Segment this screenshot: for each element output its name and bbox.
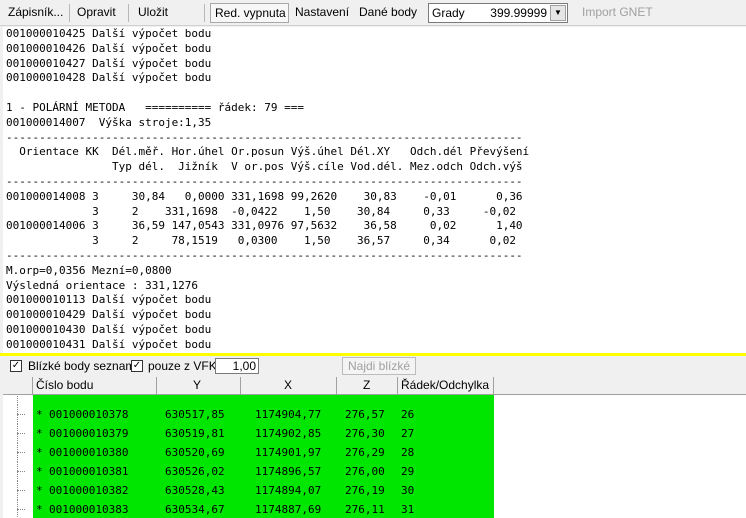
cell-y: 630526,02 (165, 465, 225, 478)
cell-y: 630517,85 (165, 408, 225, 421)
row-marker: * (36, 484, 43, 497)
tree-connector (17, 471, 25, 472)
tree-connector (17, 433, 25, 434)
toolbar: Zápisník... Opravit Uložit Red. vypnuta … (0, 0, 746, 26)
column-header-cislo[interactable]: Číslo bodu (33, 377, 157, 395)
table-row[interactable]: * 001000010379 630519,81 1174902,85 276,… (3, 424, 746, 443)
cell-cislo: 001000010383 (49, 503, 129, 516)
toolbar-separator (128, 4, 129, 22)
tree-connector (17, 452, 25, 453)
cell-cislo: 001000010379 (49, 427, 129, 440)
cell-cislo: 001000010378 (49, 408, 129, 421)
cell-cislo: 001000010382 (49, 484, 129, 497)
row-marker: * (36, 446, 43, 459)
angle-unit-label: Grady (432, 6, 465, 20)
cell-cislo: 001000010381 (49, 465, 129, 478)
row-highlight (33, 395, 494, 405)
tree-connector (17, 490, 25, 491)
pouze-vfk-checkbox[interactable]: ✓ (131, 360, 143, 372)
row-marker: * (36, 408, 43, 421)
cell-radek: 26 (401, 408, 415, 421)
options-bar: ✓ Blízké body seznam ✓ pouze z VFK 1,00 … (0, 356, 746, 376)
table-row[interactable]: * 001000010382 630528,43 1174894,07 276,… (3, 481, 746, 500)
calculation-output[interactable]: 001000010425 Další výpočet bodu 00100001… (3, 27, 746, 353)
import-gnet-button[interactable]: Import GNET (578, 3, 657, 23)
cell-y: 630534,67 (165, 503, 225, 516)
toolbar-separator (204, 4, 205, 22)
cell-z: 276,19 (345, 484, 385, 497)
tree-connector (17, 395, 18, 405)
cell-y: 630528,43 (165, 484, 225, 497)
cell-cislo: 001000010380 (49, 446, 129, 459)
row-marker: * (36, 465, 43, 478)
nearby-points-grid: Číslo bodu Y X Z Řádek/Odchylka * 001000… (3, 377, 746, 518)
grid-header: Číslo bodu Y X Z Řádek/Odchylka (3, 377, 746, 395)
cell-radek: 30 (401, 484, 415, 497)
column-header-x[interactable]: X (241, 377, 337, 395)
cell-z: 276,11 (345, 503, 385, 516)
cell-x: 1174902,85 (255, 427, 322, 440)
table-row[interactable]: * 001000010380 630520,69 1174901,97 276,… (3, 443, 746, 462)
cell-z: 276,00 (345, 465, 385, 478)
row-marker: * (36, 427, 43, 440)
najdi-blizke-button[interactable]: Najdi blízké (342, 357, 416, 375)
angle-unit-value: 399.99999 (490, 6, 547, 20)
nastaveni-button[interactable]: Nastavení (291, 3, 353, 23)
cell-radek: 28 (401, 446, 415, 459)
zapisnik-button[interactable]: Zápisník... (4, 3, 67, 23)
cell-radek: 29 (401, 465, 415, 478)
column-header-radek[interactable]: Řádek/Odchylka (398, 377, 494, 395)
row-marker: * (36, 503, 43, 516)
cell-y: 630520,69 (165, 446, 225, 459)
cell-x: 1174896,57 (255, 465, 322, 478)
cell-y: 630519,81 (165, 427, 225, 440)
table-row[interactable]: * 001000010378 630517,85 1174904,77 276,… (3, 405, 746, 424)
opravit-button[interactable]: Opravit (73, 3, 120, 23)
cell-radek: 31 (401, 503, 415, 516)
toolbar-separator (69, 4, 70, 22)
tree-connector (17, 414, 25, 415)
cell-z: 276,29 (345, 446, 385, 459)
cell-x: 1174887,69 (255, 503, 322, 516)
cell-z: 276,30 (345, 427, 385, 440)
cell-x: 1174901,97 (255, 446, 322, 459)
cell-x: 1174894,07 (255, 484, 322, 497)
grid-body: * 001000010378 630517,85 1174904,77 276,… (3, 395, 746, 518)
dane-body-button[interactable]: Dané body (355, 3, 421, 23)
column-header-z[interactable]: Z (337, 377, 398, 395)
blizke-seznam-label: Blízké body seznam (28, 359, 136, 373)
table-row[interactable]: * 001000010381 630526,02 1174896,57 276,… (3, 462, 746, 481)
red-vypnuta-button[interactable]: Red. vypnuta (210, 3, 289, 23)
cell-radek: 27 (401, 427, 415, 440)
cell-x: 1174904,77 (255, 408, 322, 421)
grid-header-corner (3, 377, 33, 395)
table-row[interactable]: * 001000010383 630534,67 1174887,69 276,… (3, 500, 746, 518)
pouze-vfk-label: pouze z VFK (148, 359, 217, 373)
column-header-y[interactable]: Y (157, 377, 241, 395)
angle-unit-select[interactable]: Grady 399.99999 ▼ (428, 3, 568, 23)
tree-connector (17, 509, 25, 510)
cell-z: 276,57 (345, 408, 385, 421)
chevron-down-icon[interactable]: ▼ (550, 5, 566, 21)
output-text: 001000010425 Další výpočet bodu 00100001… (6, 27, 530, 351)
distance-limit-input[interactable]: 1,00 (215, 358, 259, 374)
blizke-seznam-checkbox[interactable]: ✓ (10, 360, 22, 372)
table-row[interactable] (3, 395, 746, 405)
ulozit-button[interactable]: Uložit (134, 3, 172, 23)
